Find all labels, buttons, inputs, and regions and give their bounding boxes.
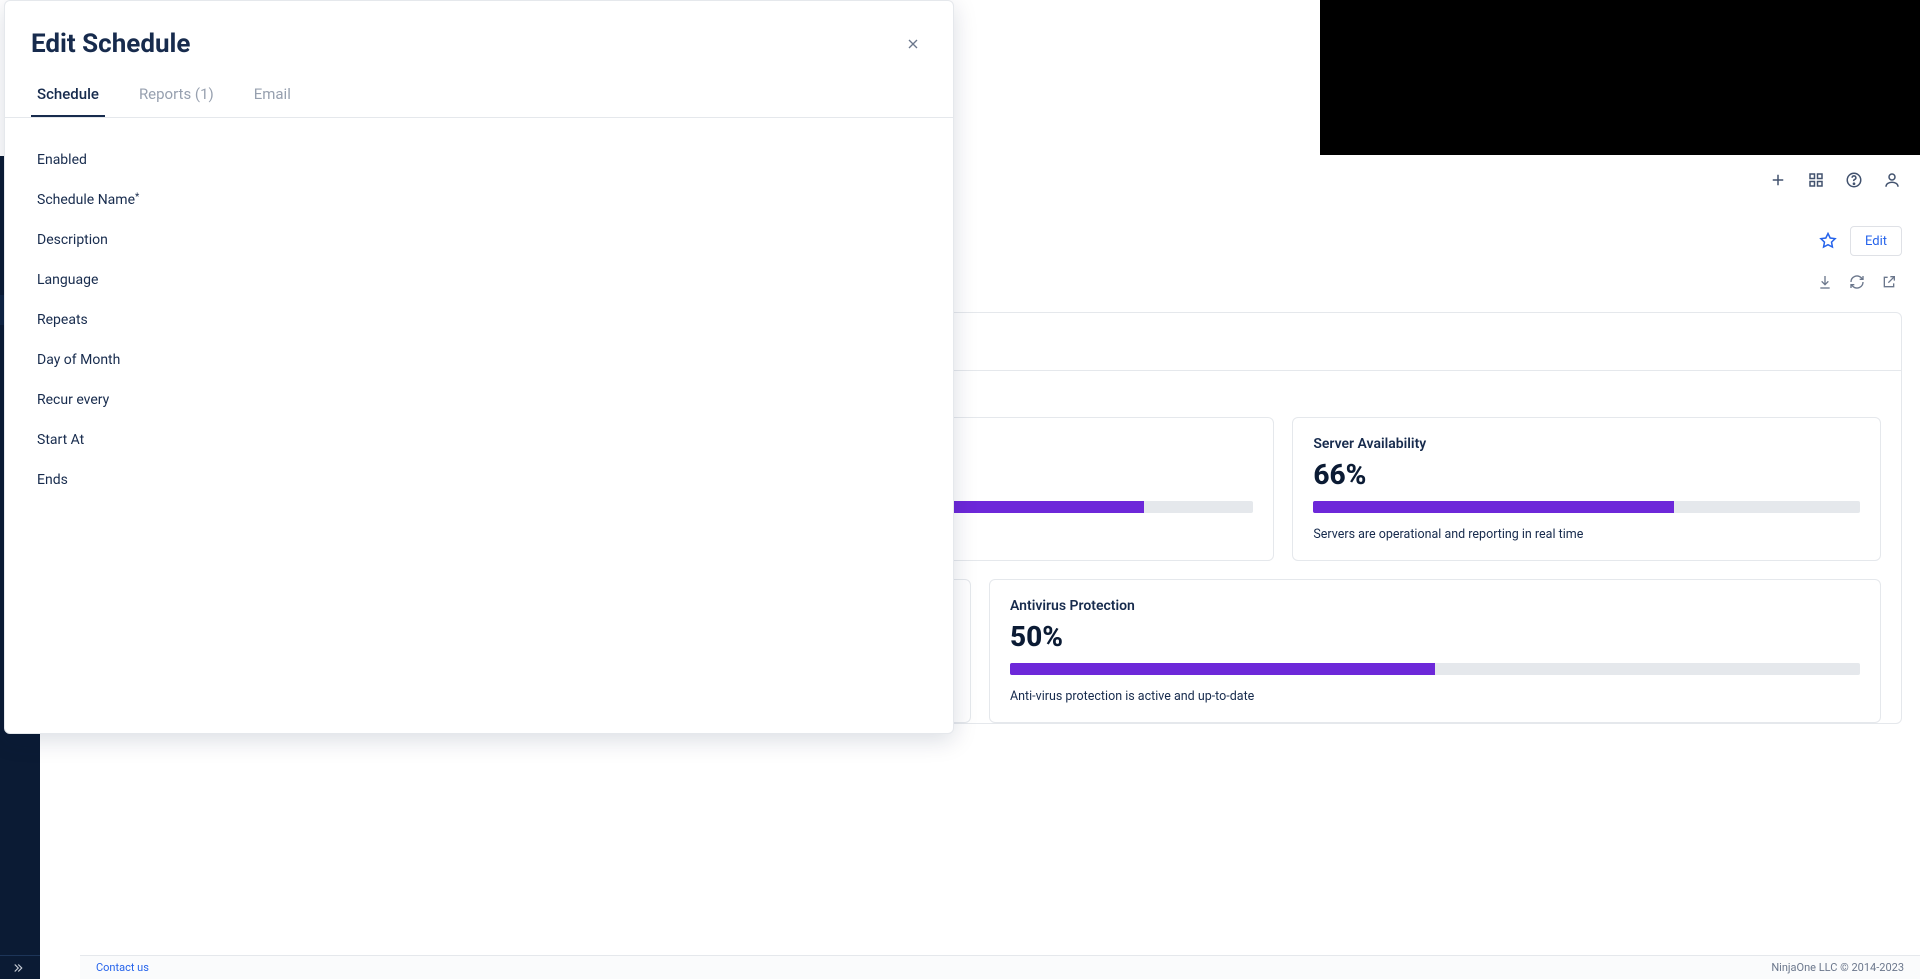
progress-bar-fill <box>1010 663 1435 675</box>
page-footer: Contact us NinjaOne LLC © 2014-2023 <box>80 955 1920 979</box>
modal-title: Edit Schedule <box>31 29 190 59</box>
modal-body: Enabled Schedule Name Description Langua… <box>5 118 953 522</box>
card-title: Antivirus Protection <box>1010 598 1860 614</box>
card-server-availability: Server Availability 66% Servers are oper… <box>1292 417 1881 561</box>
card-title: Server Availability <box>1313 436 1860 452</box>
tab-reports[interactable]: Reports (1) <box>133 77 220 117</box>
add-button-icon[interactable] <box>1764 166 1792 194</box>
refresh-icon[interactable] <box>1844 269 1870 295</box>
help-icon[interactable] <box>1840 166 1868 194</box>
card-subtext: Anti-virus protection is active and up-t… <box>1010 689 1860 704</box>
field-schedule-name[interactable]: Schedule Name <box>11 180 947 220</box>
field-repeats[interactable]: Repeats <box>11 300 947 340</box>
card-value: 50% <box>1010 620 1860 653</box>
field-language[interactable]: Language <box>11 260 947 300</box>
field-ends[interactable]: Ends <box>11 460 947 500</box>
close-icon[interactable] <box>899 30 927 58</box>
field-description[interactable]: Description <box>11 220 947 260</box>
field-day-of-month[interactable]: Day of Month <box>11 340 947 380</box>
field-start-at[interactable]: Start At <box>11 420 947 460</box>
modal-tabs: Schedule Reports (1) Email <box>5 77 953 118</box>
profile-icon[interactable] <box>1878 166 1906 194</box>
tab-schedule[interactable]: Schedule <box>31 77 105 117</box>
modal-title-row: Edit Schedule <box>5 1 953 77</box>
progress-bar <box>1010 663 1860 675</box>
card-antivirus-protection: Antivirus Protection 50% Anti-virus prot… <box>989 579 1881 723</box>
card-subtext: Servers are operational and reporting in… <box>1313 527 1860 542</box>
card-value: 66% <box>1313 458 1860 491</box>
tab-email[interactable]: Email <box>248 77 297 117</box>
download-icon[interactable] <box>1812 269 1838 295</box>
field-recur-every[interactable]: Recur every <box>11 380 947 420</box>
edit-schedule-modal: Edit Schedule Schedule Reports (1) Email… <box>4 0 954 734</box>
apps-grid-icon[interactable] <box>1802 166 1830 194</box>
background-black-block <box>1320 0 1920 155</box>
nav-expand-toggle[interactable] <box>0 955 40 979</box>
favorite-star-button[interactable] <box>1814 227 1842 255</box>
progress-bar-fill <box>1313 501 1674 513</box>
field-enabled[interactable]: Enabled <box>11 140 947 180</box>
progress-bar <box>1313 501 1860 513</box>
edit-button[interactable]: Edit <box>1850 226 1902 256</box>
copyright-text: NinjaOne LLC © 2014-2023 <box>1771 961 1904 974</box>
contact-us-link[interactable]: Contact us <box>96 961 149 974</box>
open-external-icon[interactable] <box>1876 269 1902 295</box>
